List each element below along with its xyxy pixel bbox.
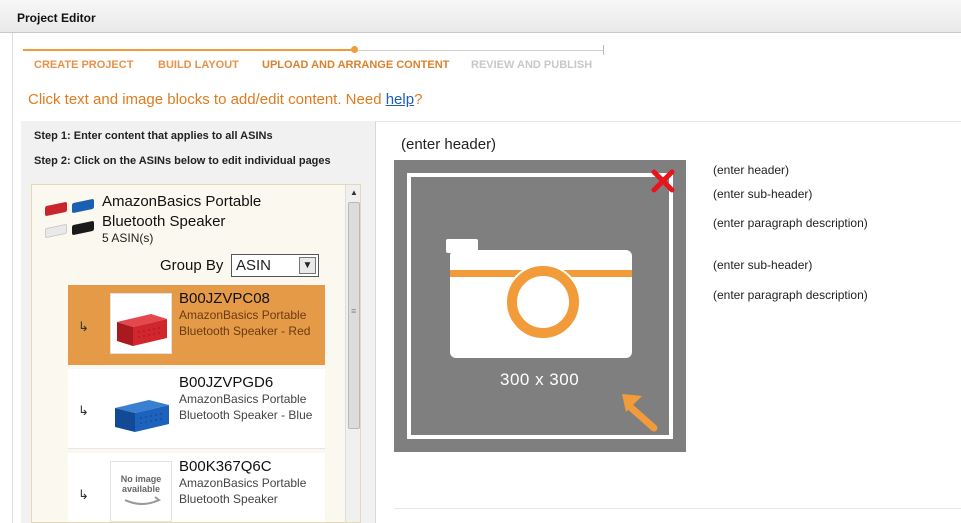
scroll-grip-icon: ≡ (351, 306, 357, 316)
blue-speaker-thumbnail (110, 377, 172, 438)
content-canvas: (enter header) 300 x 300 (enter header) … (375, 121, 961, 523)
group-by-label: Group By (160, 257, 224, 274)
help-link[interactable]: help (386, 91, 414, 108)
asin-description: AmazonBasics Portable Bluetooth Speaker … (179, 392, 313, 422)
text-subheader-field[interactable]: (enter sub-header) (713, 187, 812, 201)
no-image-thumbnail: No image available (110, 461, 172, 522)
asin-code: B00JZVPC08 (179, 290, 270, 307)
asin-item[interactable]: ↳ No image available B00K367Q6C AmazonBa… (68, 453, 325, 522)
branch-arrow-icon: ↳ (78, 487, 89, 502)
step1-text: Step 1: Enter content that applies to al… (34, 130, 273, 142)
image-size-label: 300 x 300 (500, 370, 580, 389)
steps-end-marker (603, 45, 604, 55)
product-group-header[interactable]: AmazonBasics Portable Bluetooth Speaker … (32, 185, 342, 265)
asin-list: AmazonBasics Portable Bluetooth Speaker … (31, 184, 361, 523)
step-upload-arrange[interactable]: UPLOAD AND ARRANGE CONTENT (262, 59, 449, 71)
asin-description: AmazonBasics Portable Bluetooth Speaker (179, 476, 307, 506)
text-header-field[interactable]: (enter header) (713, 163, 789, 177)
scroll-thumb[interactable]: ≡ (348, 202, 360, 429)
asin-count: 5 ASIN(s) (102, 231, 154, 245)
module-divider (394, 508, 961, 509)
camera-icon (446, 239, 658, 432)
current-step-marker (351, 46, 358, 53)
step-review-publish: REVIEW AND PUBLISH (471, 59, 593, 71)
asin-description: AmazonBasics Portable Bluetooth Speaker … (179, 308, 311, 338)
asin-item[interactable]: ↳ B00JZVPGD6 AmazonBasics Portable Bluet… (68, 369, 325, 449)
text-paragraph-field[interactable]: (enter paragraph description) (713, 288, 868, 302)
product-name: AmazonBasics Portable Bluetooth Speaker (102, 193, 262, 230)
branch-arrow-icon: ↳ (78, 319, 89, 334)
step2-text: Step 2: Click on the ASINs below to edit… (34, 155, 331, 167)
asin-item-selected[interactable]: ↳ B00JZVPC08 AmazonBasics Portable Bluet… (68, 285, 325, 365)
asin-sidebar: Step 1: Enter content that applies to al… (21, 121, 375, 523)
title-bar: Project Editor (0, 0, 961, 33)
group-by-select[interactable]: ASIN ▼ (231, 254, 319, 277)
remove-image-icon[interactable] (650, 168, 676, 194)
step-create-project[interactable]: CREATE PROJECT (34, 59, 133, 71)
project-editor-content: CREATE PROJECT BUILD LAYOUT UPLOAD AND A… (12, 33, 961, 523)
dropdown-arrow-icon[interactable]: ▼ (299, 257, 316, 274)
group-by-value: ASIN (236, 257, 272, 274)
text-subheader-field[interactable]: (enter sub-header) (713, 258, 812, 272)
module-header-text[interactable]: (enter header) (401, 136, 496, 153)
instructions-suffix: ? (414, 91, 423, 108)
red-speaker-thumbnail (110, 293, 172, 354)
scroll-up-arrow-icon[interactable]: ▲ (346, 185, 360, 201)
steps-progress-fill (23, 49, 354, 51)
image-upload-block[interactable]: 300 x 300 (394, 160, 686, 452)
instructions-text: Click text and image blocks to add/edit … (28, 91, 422, 108)
step-build-layout[interactable]: BUILD LAYOUT (158, 59, 239, 71)
text-paragraph-field[interactable]: (enter paragraph description) (713, 216, 868, 230)
instructions-main: Click text and image blocks to add/edit … (28, 91, 386, 108)
window-title: Project Editor (17, 11, 96, 25)
asin-code: B00K367Q6C (179, 458, 272, 475)
branch-arrow-icon: ↳ (78, 403, 89, 418)
asin-code: B00JZVPGD6 (179, 374, 274, 391)
asin-list-scrollbar[interactable]: ▲ ≡ (345, 185, 360, 522)
